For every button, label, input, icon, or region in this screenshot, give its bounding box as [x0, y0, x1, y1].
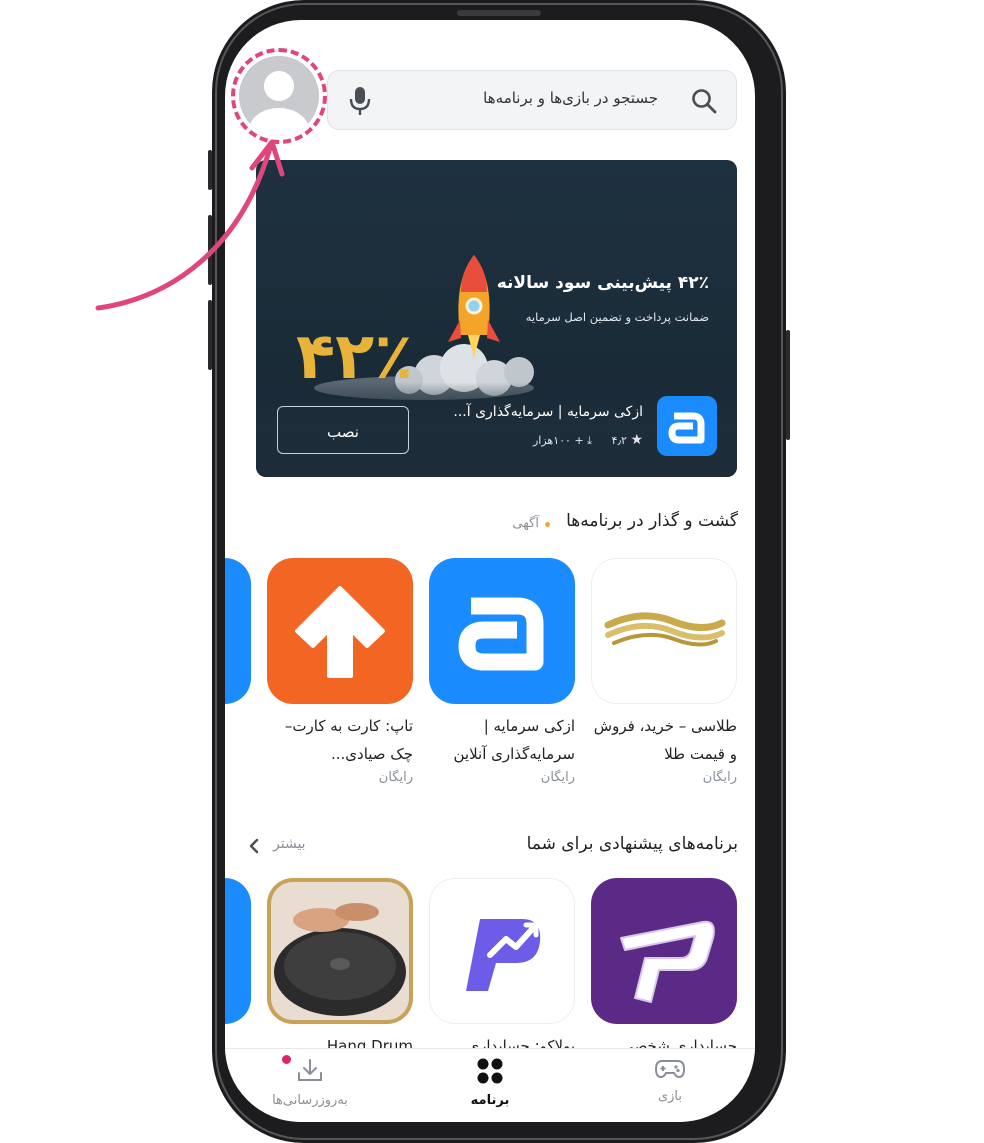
featured-app-name[interactable]: ازکی سرمایه | سرمایه‌گذاری آ...: [453, 404, 643, 420]
mic-icon[interactable]: [348, 85, 372, 117]
annotation-arrow: [95, 139, 285, 311]
app-name[interactable]: ازکی سرمایه | سرمایه‌گذاری آنلاین: [429, 712, 576, 768]
hang-drum-photo-icon: [271, 882, 409, 1020]
star-icon: ★: [630, 432, 643, 448]
app-name[interactable]: طلاسی – خرید، فروش و قیمت طلا: [591, 712, 737, 768]
banner-headline: ۴۲٪ پیش‌بینی سود سالانه: [496, 273, 709, 293]
search-placeholder[interactable]: جستجو در بازی‌ها و برنامه‌ها: [483, 89, 658, 107]
partial-app-icon[interactable]: [225, 558, 251, 704]
phone-speaker: [457, 10, 541, 16]
ad-label: آگهی: [512, 516, 539, 531]
nav-label: برنامه: [470, 1093, 510, 1108]
section-title-recommended: برنامه‌های پیشنهادی برای شما: [526, 834, 738, 854]
app-price: رایگان: [540, 770, 575, 785]
personal-accounting-app-icon[interactable]: [591, 878, 737, 1024]
featured-app-downloads: + ۱۰۰هزار: [532, 434, 584, 447]
tap-app-icon[interactable]: [267, 558, 413, 704]
search-bar[interactable]: جستجو در بازی‌ها و برنامه‌ها: [327, 70, 737, 130]
nav-item-updates[interactable]: به‌روزرسانی‌ها: [255, 1055, 365, 1108]
featured-banner[interactable]: ۴۲٪ ۴۲٪ پیش‌بینی سود سالانه ضمانت پرداخت…: [256, 160, 737, 477]
phone-power-button: [786, 330, 790, 440]
download-icon: [298, 1059, 322, 1081]
chevron-left-icon[interactable]: [247, 838, 261, 854]
hang-drum-app-icon[interactable]: [267, 878, 413, 1024]
featured-app-icon[interactable]: [657, 396, 717, 456]
featured-app-meta: ★ ۴٫۲ ⤓ + ۱۰۰هزار: [533, 432, 643, 448]
search-icon: [692, 89, 717, 114]
app-name[interactable]: تاپ: کارت به کارت–چک صیادی...: [267, 712, 413, 768]
gold-wave-logo-icon: [604, 612, 726, 647]
talasi-app-icon[interactable]: [591, 558, 737, 704]
app-card-poolako[interactable]: پولاکو: حسابداری: [429, 878, 575, 1060]
nav-label: به‌روزرسانی‌ها: [272, 1093, 348, 1108]
banner-subline: ضمانت پرداخت و تضمین اصل سرمایه: [525, 310, 709, 324]
install-button[interactable]: نصب: [277, 406, 409, 454]
app-card-azki[interactable]: ازکی سرمایه | سرمایه‌گذاری آنلاین رایگان: [429, 558, 575, 785]
azki-logo-icon: [668, 412, 705, 444]
gamepad-icon: [654, 1060, 686, 1079]
partial-app-icon[interactable]: [225, 878, 251, 1024]
section-title-browse: گشت و گذار در برنامه‌ها: [566, 511, 738, 531]
azki-logo-icon: [458, 597, 544, 671]
app-card-hang-drum[interactable]: Hang Drum: [267, 878, 413, 1060]
nav-item-apps[interactable]: برنامه: [435, 1057, 545, 1108]
app-price: رایگان: [378, 770, 413, 785]
app-price: رایگان: [702, 770, 737, 785]
bottom-nav: بازی برنامه به‌روزرسانی‌ها: [225, 1048, 755, 1122]
app-card-personal-accounting[interactable]: حسابداری شخصی: [591, 878, 737, 1060]
azki-app-icon[interactable]: [429, 558, 575, 704]
app-store-screen: جستجو در بازی‌ها و برنامه‌ها: [225, 20, 755, 1122]
featured-app-rating: ۴٫۲: [611, 434, 627, 447]
ad-dot: [545, 522, 550, 527]
app-card-tap[interactable]: تاپ: کارت به کارت–چک صیادی... رایگان: [267, 558, 413, 785]
nav-label: بازی: [657, 1089, 683, 1104]
chart-p-logo-icon: [466, 919, 541, 991]
apps-grid-icon: [477, 1058, 503, 1084]
more-link[interactable]: بیشتر: [273, 836, 306, 852]
app-card-talasi[interactable]: طلاسی – خرید، فروش و قیمت طلا رایگان: [591, 558, 737, 785]
notification-badge: [282, 1055, 291, 1064]
download-count-icon: ⤓: [587, 434, 593, 447]
phone-frame: جستجو در بازی‌ها و برنامه‌ها: [208, 0, 790, 1143]
up-arrow-icon: [295, 586, 385, 678]
poolako-app-icon[interactable]: [429, 878, 575, 1024]
p-logo-icon: [620, 920, 715, 1003]
nav-item-games[interactable]: بازی: [615, 1057, 725, 1104]
